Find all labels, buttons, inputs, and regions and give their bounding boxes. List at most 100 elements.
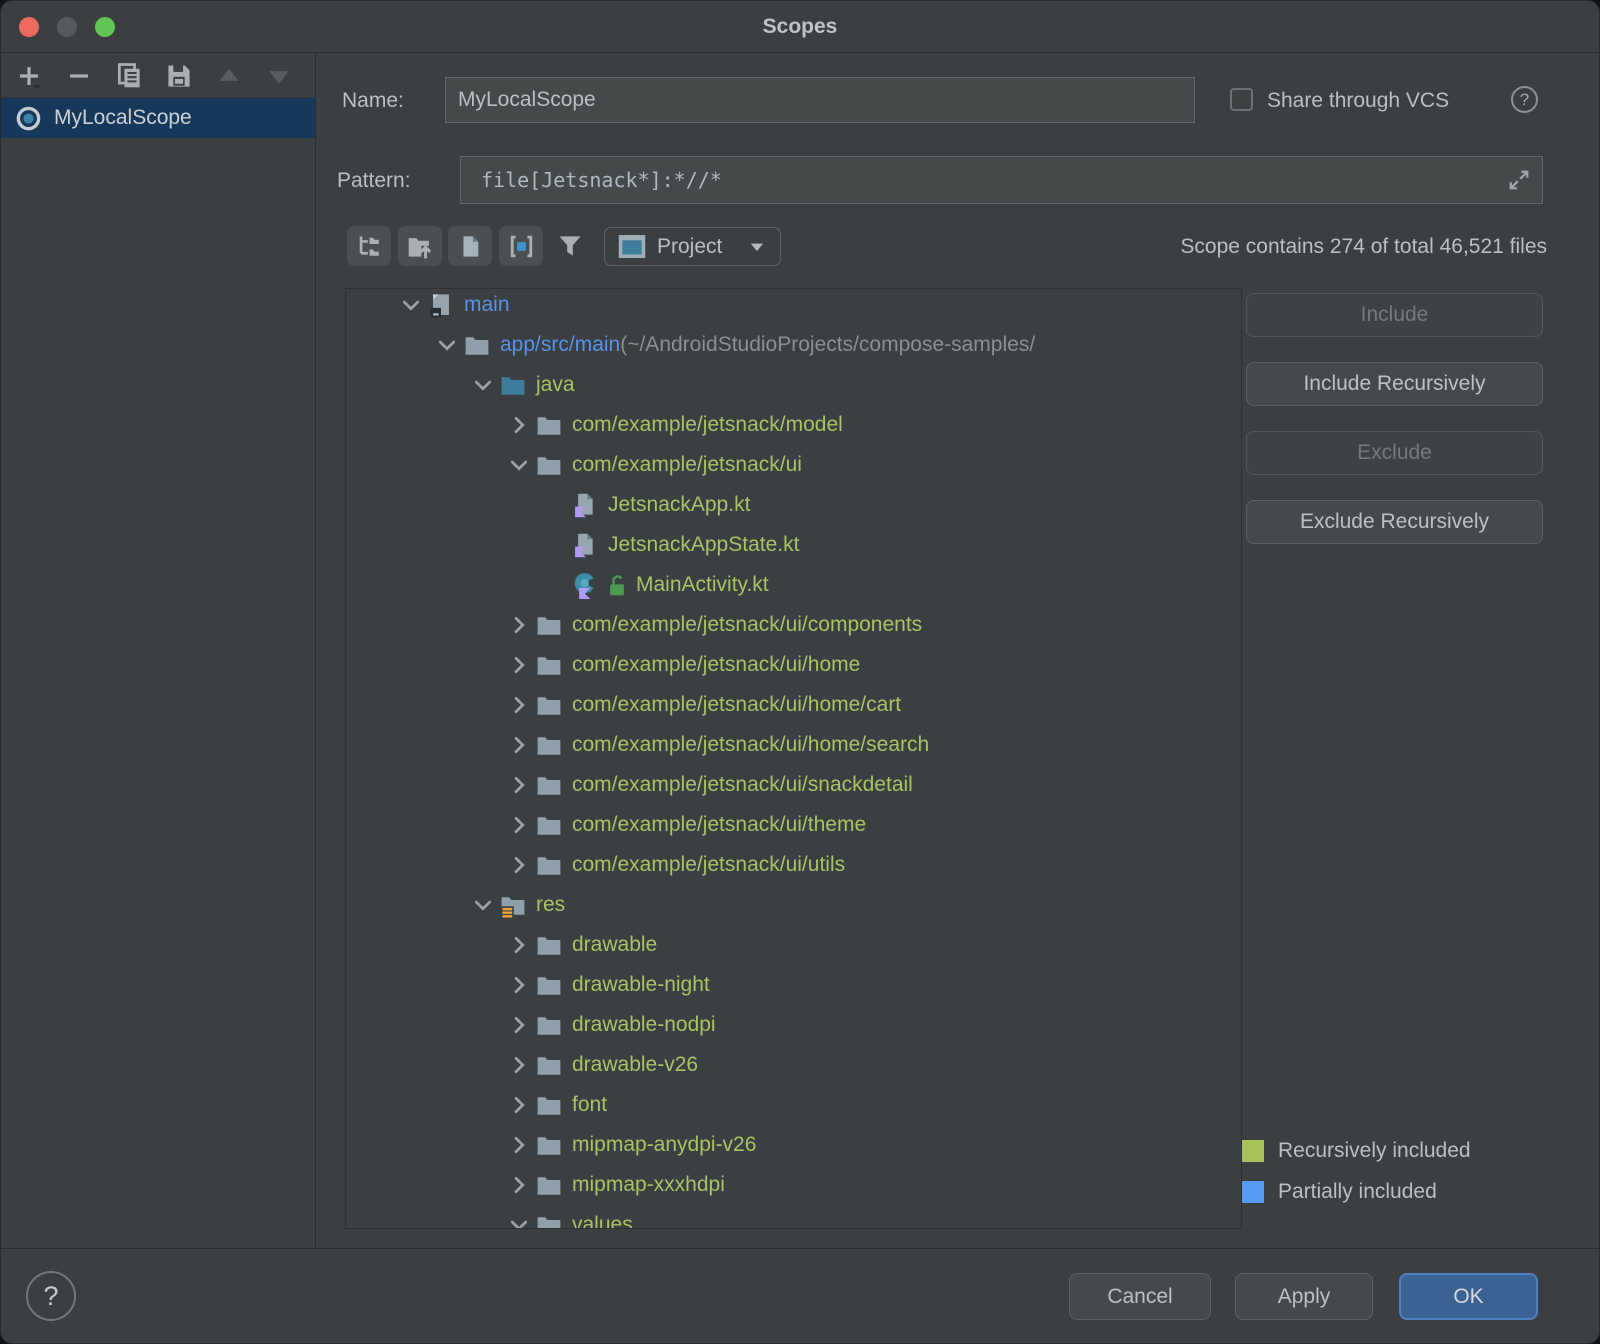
tree-item-path-suffix: (~/AndroidStudioProjects/compose-samples… <box>620 333 1035 357</box>
exclude-recursively-button[interactable]: Exclude Recursively <box>1246 500 1543 544</box>
folder-icon <box>534 652 564 678</box>
chevron-right-icon[interactable] <box>504 1013 534 1037</box>
show-files-toggle[interactable] <box>448 226 492 266</box>
help-button[interactable]: ? <box>26 1271 76 1321</box>
tree-row[interactable]: drawable <box>346 925 1242 965</box>
tree-row[interactable]: mipmap-xxxhdpi <box>346 1165 1242 1205</box>
tree-row[interactable]: mipmap-anydpi-v26 <box>346 1125 1242 1165</box>
view-dropdown[interactable]: Project <box>604 227 781 266</box>
tree-item-label: drawable-v26 <box>572 1053 698 1077</box>
tree-row[interactable]: com/example/jetsnack/ui/home/search <box>346 725 1242 765</box>
chevron-down-icon[interactable] <box>396 293 426 317</box>
chevron-down-icon[interactable] <box>504 453 534 477</box>
local-scope-icon <box>15 105 42 132</box>
name-input[interactable] <box>445 77 1195 123</box>
chevron-down-icon[interactable] <box>468 373 498 397</box>
add-scope-icon[interactable] <box>15 62 43 90</box>
chevron-right-icon[interactable] <box>504 973 534 997</box>
tree-row[interactable]: values <box>346 1205 1242 1229</box>
tree-row[interactable]: main <box>346 288 1242 325</box>
chevron-right-icon[interactable] <box>504 413 534 437</box>
chevron-right-icon[interactable] <box>504 693 534 717</box>
title-bar: Scopes <box>1 1 1599 53</box>
main-panel: Name: Share through VCS ? Pattern: Proje… <box>317 53 1599 1248</box>
folder-icon <box>534 732 564 758</box>
tree-row[interactable]: com/example/jetsnack/ui/theme <box>346 805 1242 845</box>
tree-row[interactable]: drawable-nodpi <box>346 1005 1242 1045</box>
chevron-right-icon[interactable] <box>504 853 534 877</box>
tree-row[interactable]: app/src/main (~/AndroidStudioProjects/co… <box>346 325 1242 365</box>
tree-row[interactable]: drawable-night <box>346 965 1242 1005</box>
recursively-included-swatch <box>1242 1140 1264 1162</box>
include-recursively-button[interactable]: Include Recursively <box>1246 362 1543 406</box>
tree-item-label: main <box>464 293 510 317</box>
chevron-right-icon[interactable] <box>504 733 534 757</box>
ok-button[interactable]: OK <box>1399 1273 1538 1320</box>
chevron-down-icon[interactable] <box>504 1213 534 1229</box>
scope-summary-text: Scope contains 274 of total 46,521 files <box>1180 235 1547 259</box>
show-included-only-toggle[interactable] <box>499 226 543 266</box>
folder-icon <box>534 1012 564 1038</box>
tree-item-label: font <box>572 1093 607 1117</box>
tree-item-label: app/src/main <box>500 333 620 357</box>
tree-item-label: com/example/jetsnack/ui/home/search <box>572 733 929 757</box>
move-up-icon[interactable] <box>215 62 243 90</box>
chevron-right-icon[interactable] <box>504 653 534 677</box>
tree-row[interactable]: com/example/jetsnack/ui/home/cart <box>346 685 1242 725</box>
chevron-right-icon[interactable] <box>504 1133 534 1157</box>
share-help-icon[interactable]: ? <box>1511 86 1538 113</box>
folder-icon <box>534 772 564 798</box>
tree-row[interactable]: res <box>346 885 1242 925</box>
copy-scope-icon[interactable] <box>115 62 143 90</box>
show-tree-structure-toggle[interactable] <box>347 226 391 266</box>
module-icon <box>426 292 456 318</box>
chevron-right-icon[interactable] <box>504 933 534 957</box>
folder-res-icon <box>498 892 528 918</box>
chevron-right-icon[interactable] <box>504 1053 534 1077</box>
filter-icon[interactable] <box>554 231 586 261</box>
chevron-right-icon[interactable] <box>504 613 534 637</box>
chevron-right-icon[interactable] <box>504 1173 534 1197</box>
apply-button[interactable]: Apply <box>1235 1273 1373 1320</box>
cancel-button[interactable]: Cancel <box>1069 1273 1211 1320</box>
chevron-right-icon[interactable] <box>504 1093 534 1117</box>
show-modules-toggle[interactable] <box>398 226 442 266</box>
pattern-input[interactable] <box>460 156 1543 204</box>
tree-row[interactable]: MainActivity.kt <box>346 565 1242 605</box>
include-button[interactable]: Include <box>1246 293 1543 337</box>
chevron-down-icon[interactable] <box>432 333 462 357</box>
project-view-icon <box>617 233 647 260</box>
tree-row[interactable]: com/example/jetsnack/ui <box>346 445 1242 485</box>
share-through-vcs-checkbox[interactable] <box>1230 88 1253 111</box>
legend-recursively-included: Recursively included <box>1242 1139 1471 1163</box>
move-down-icon[interactable] <box>265 62 293 90</box>
tree-row[interactable]: com/example/jetsnack/ui/components <box>346 605 1242 645</box>
tree-row[interactable]: java <box>346 365 1242 405</box>
exclude-button[interactable]: Exclude <box>1246 431 1543 475</box>
folder-icon <box>534 1172 564 1198</box>
tree-row[interactable]: JetsnackAppState.kt <box>346 525 1242 565</box>
folder-icon <box>534 612 564 638</box>
tree-row[interactable]: com/example/jetsnack/model <box>346 405 1242 445</box>
chevron-right-icon[interactable] <box>504 813 534 837</box>
tree-row[interactable]: JetsnackApp.kt <box>346 485 1242 525</box>
remove-scope-icon[interactable] <box>65 62 93 90</box>
tree-item-label: res <box>536 893 565 917</box>
folder-icon <box>534 1212 564 1229</box>
tree-row[interactable]: font <box>346 1085 1242 1125</box>
tree-row[interactable]: drawable-v26 <box>346 1045 1242 1085</box>
partially-included-swatch <box>1242 1181 1264 1203</box>
chevron-down-icon <box>746 236 768 258</box>
expand-pattern-icon[interactable] <box>1507 168 1531 192</box>
tree-row[interactable]: com/example/jetsnack/ui/utils <box>346 845 1242 885</box>
sidebar-item-mylocalscope[interactable]: MyLocalScope <box>1 98 315 138</box>
chevron-down-icon[interactable] <box>468 893 498 917</box>
tree-item-label: drawable-night <box>572 973 710 997</box>
chevron-right-icon[interactable] <box>504 773 534 797</box>
tree-row[interactable]: com/example/jetsnack/ui/home <box>346 645 1242 685</box>
folder-icon <box>534 452 564 478</box>
file-tree-panel: main app/src/main (~/AndroidStudioProject… <box>345 288 1242 1229</box>
save-scope-icon[interactable] <box>165 62 193 90</box>
tree-row[interactable]: com/example/jetsnack/ui/snackdetail <box>346 765 1242 805</box>
file-tree: main app/src/main (~/AndroidStudioProject… <box>346 288 1242 1229</box>
